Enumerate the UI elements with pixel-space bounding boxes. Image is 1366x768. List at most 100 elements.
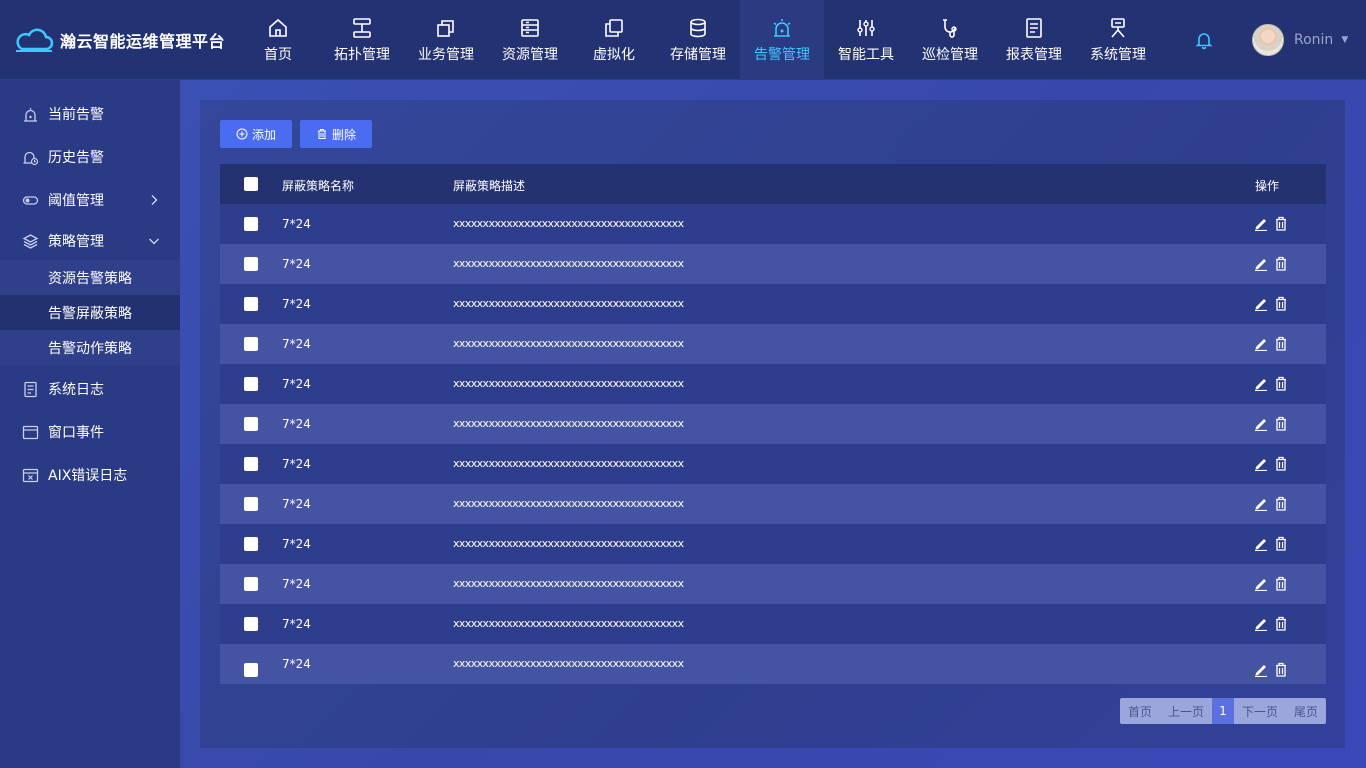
delete-row-icon[interactable] — [1275, 662, 1287, 677]
nav-item-label: 资源管理 — [502, 46, 558, 63]
row-checkbox[interactable] — [244, 577, 258, 591]
sidebar-item-history-alarm[interactable]: 历史告警 — [0, 137, 180, 177]
select-all-checkbox[interactable] — [244, 177, 258, 191]
edit-icon[interactable] — [1254, 416, 1268, 432]
nav-item-system[interactable]: 系统管理 — [1076, 0, 1160, 80]
current-page-button[interactable]: 1 — [1212, 698, 1234, 724]
edit-icon[interactable] — [1254, 662, 1268, 678]
delete-row-icon[interactable] — [1275, 496, 1287, 511]
row-checkbox[interactable] — [244, 417, 258, 431]
row-strategy-name: 7*24 — [282, 577, 311, 591]
table-row: 7*24 xxxxxxxxxxxxxxxxxxxxxxxxxxxxxxxxxxxx… — [220, 324, 1326, 364]
nav-item-home[interactable]: 首页 — [236, 0, 320, 80]
pagination: 首页 上一页 1 下一页 尾页 — [1120, 698, 1326, 724]
submenu-item-label: 资源告警策略 — [48, 270, 132, 287]
table-row: 7*24 xxxxxxxxxxxxxxxxxxxxxxxxxxxxxxxxxxxx… — [220, 404, 1326, 444]
edit-icon[interactable] — [1254, 576, 1268, 592]
row-checkbox[interactable] — [244, 297, 258, 311]
sidebar-item-threshold[interactable]: 阈值管理 — [0, 180, 180, 220]
next-page-button[interactable]: 下一页 — [1234, 698, 1286, 724]
edit-icon[interactable] — [1254, 296, 1268, 312]
row-checkbox[interactable] — [244, 617, 258, 631]
nav-item-tools[interactable]: 智能工具 — [824, 0, 908, 80]
edit-icon[interactable] — [1254, 456, 1268, 472]
sidebar-item-strategy[interactable]: 策略管理 — [0, 221, 180, 261]
main-content: 添加 删除 屏蔽策略名称 屏蔽策略描述 操作 7*24 xxxxxxxxxxxxx… — [180, 80, 1366, 768]
topology-icon — [353, 17, 371, 38]
row-checkbox[interactable] — [244, 457, 258, 471]
chevron-down-icon — [149, 238, 159, 245]
delete-row-icon[interactable] — [1275, 296, 1287, 311]
home-icon — [269, 18, 287, 37]
nav-item-label: 报表管理 — [1006, 46, 1062, 63]
sidebar-item-aix-error-log[interactable]: AIX错误日志 — [0, 455, 180, 495]
add-button[interactable]: 添加 — [220, 120, 292, 148]
sidebar-item-system-log[interactable]: 系统日志 — [0, 369, 180, 409]
prev-page-button[interactable]: 上一页 — [1160, 698, 1212, 724]
delete-row-icon[interactable] — [1275, 576, 1287, 591]
nav-item-inspection[interactable]: 巡检管理 — [908, 0, 992, 80]
edit-icon[interactable] — [1254, 376, 1268, 392]
nav-item-alarm[interactable]: 告警管理 — [740, 0, 824, 80]
plus-circle-icon — [236, 128, 248, 140]
edit-icon[interactable] — [1254, 256, 1268, 272]
row-checkbox[interactable] — [244, 537, 258, 551]
row-strategy-desc: xxxxxxxxxxxxxxxxxxxxxxxxxxxxxxxxxxxxxxx — [453, 337, 684, 350]
sidebar: 当前告警 历史告警 阈值管理 策略管理 资源告警策略 告警屏蔽策略 告警动作策略… — [0, 80, 180, 768]
nav-item-label: 系统管理 — [1090, 46, 1146, 63]
bell-icon[interactable] — [1194, 30, 1214, 50]
delete-row-icon[interactable] — [1275, 376, 1287, 391]
row-strategy-desc: xxxxxxxxxxxxxxxxxxxxxxxxxxxxxxxxxxxxxxx — [453, 577, 684, 590]
nav-item-report[interactable]: 报表管理 — [992, 0, 1076, 80]
delete-row-icon[interactable] — [1275, 416, 1287, 431]
system-icon — [1111, 17, 1125, 38]
delete-row-icon[interactable] — [1275, 256, 1287, 271]
edit-icon[interactable] — [1254, 616, 1268, 632]
row-checkbox[interactable] — [244, 257, 258, 271]
delete-row-icon[interactable] — [1275, 336, 1287, 351]
nav-item-resource[interactable]: 资源管理 — [488, 0, 572, 80]
submenu-item-label: 告警屏蔽策略 — [48, 305, 132, 322]
nav-item-storage[interactable]: 存储管理 — [656, 0, 740, 80]
row-checkbox[interactable] — [244, 497, 258, 511]
brand[interactable]: 瀚云智能运维管理平台 — [14, 26, 225, 54]
row-strategy-desc: xxxxxxxxxxxxxxxxxxxxxxxxxxxxxxxxxxxxxxx — [453, 617, 684, 630]
edit-icon[interactable] — [1254, 536, 1268, 552]
edit-icon[interactable] — [1254, 216, 1268, 232]
sidebar-item-label: 窗口事件 — [48, 425, 104, 441]
row-checkbox[interactable] — [244, 377, 258, 391]
report-icon — [1026, 17, 1042, 38]
nav-item-topology[interactable]: 拓扑管理 — [320, 0, 404, 80]
submenu-item-alarm-action-strategy[interactable]: 告警动作策略 — [0, 330, 180, 365]
row-strategy-name: 7*24 — [282, 417, 311, 431]
delete-row-icon[interactable] — [1275, 536, 1287, 551]
delete-row-icon[interactable] — [1275, 216, 1287, 231]
row-strategy-name: 7*24 — [282, 497, 311, 511]
first-page-button[interactable]: 首页 — [1120, 698, 1160, 724]
delete-button[interactable]: 删除 — [300, 120, 372, 148]
table-row: 7*24 xxxxxxxxxxxxxxxxxxxxxxxxxxxxxxxxxxxx… — [220, 604, 1326, 644]
edit-icon[interactable] — [1254, 336, 1268, 352]
last-page-button[interactable]: 尾页 — [1286, 698, 1326, 724]
edit-icon[interactable] — [1254, 496, 1268, 512]
sidebar-item-window-event[interactable]: 窗口事件 — [0, 412, 180, 452]
row-strategy-name: 7*24 — [282, 657, 311, 671]
sidebar-item-current-alarm[interactable]: 当前告警 — [0, 94, 180, 134]
delete-row-icon[interactable] — [1275, 616, 1287, 631]
row-checkbox[interactable] — [244, 663, 258, 677]
sidebar-item-label: 历史告警 — [48, 150, 104, 166]
user-menu[interactable]: Ronin ▼ — [1252, 23, 1348, 57]
current-alarm-icon — [24, 107, 37, 122]
table-header: 屏蔽策略名称 屏蔽策略描述 操作 — [220, 164, 1326, 204]
nav-item-business[interactable]: 业务管理 — [404, 0, 488, 80]
submenu-item-alarm-shield-strategy[interactable]: 告警屏蔽策略 — [0, 295, 180, 330]
nav-item-label: 智能工具 — [838, 46, 894, 63]
row-strategy-name: 7*24 — [282, 617, 311, 631]
nav-item-virtualization[interactable]: 虚拟化 — [572, 0, 656, 80]
row-strategy-name: 7*24 — [282, 337, 311, 351]
delete-row-icon[interactable] — [1275, 456, 1287, 471]
row-checkbox[interactable] — [244, 337, 258, 351]
submenu-item-resource-alarm-strategy[interactable]: 资源告警策略 — [0, 260, 180, 295]
row-checkbox[interactable] — [244, 217, 258, 231]
row-strategy-desc: xxxxxxxxxxxxxxxxxxxxxxxxxxxxxxxxxxxxxxx — [453, 657, 684, 670]
